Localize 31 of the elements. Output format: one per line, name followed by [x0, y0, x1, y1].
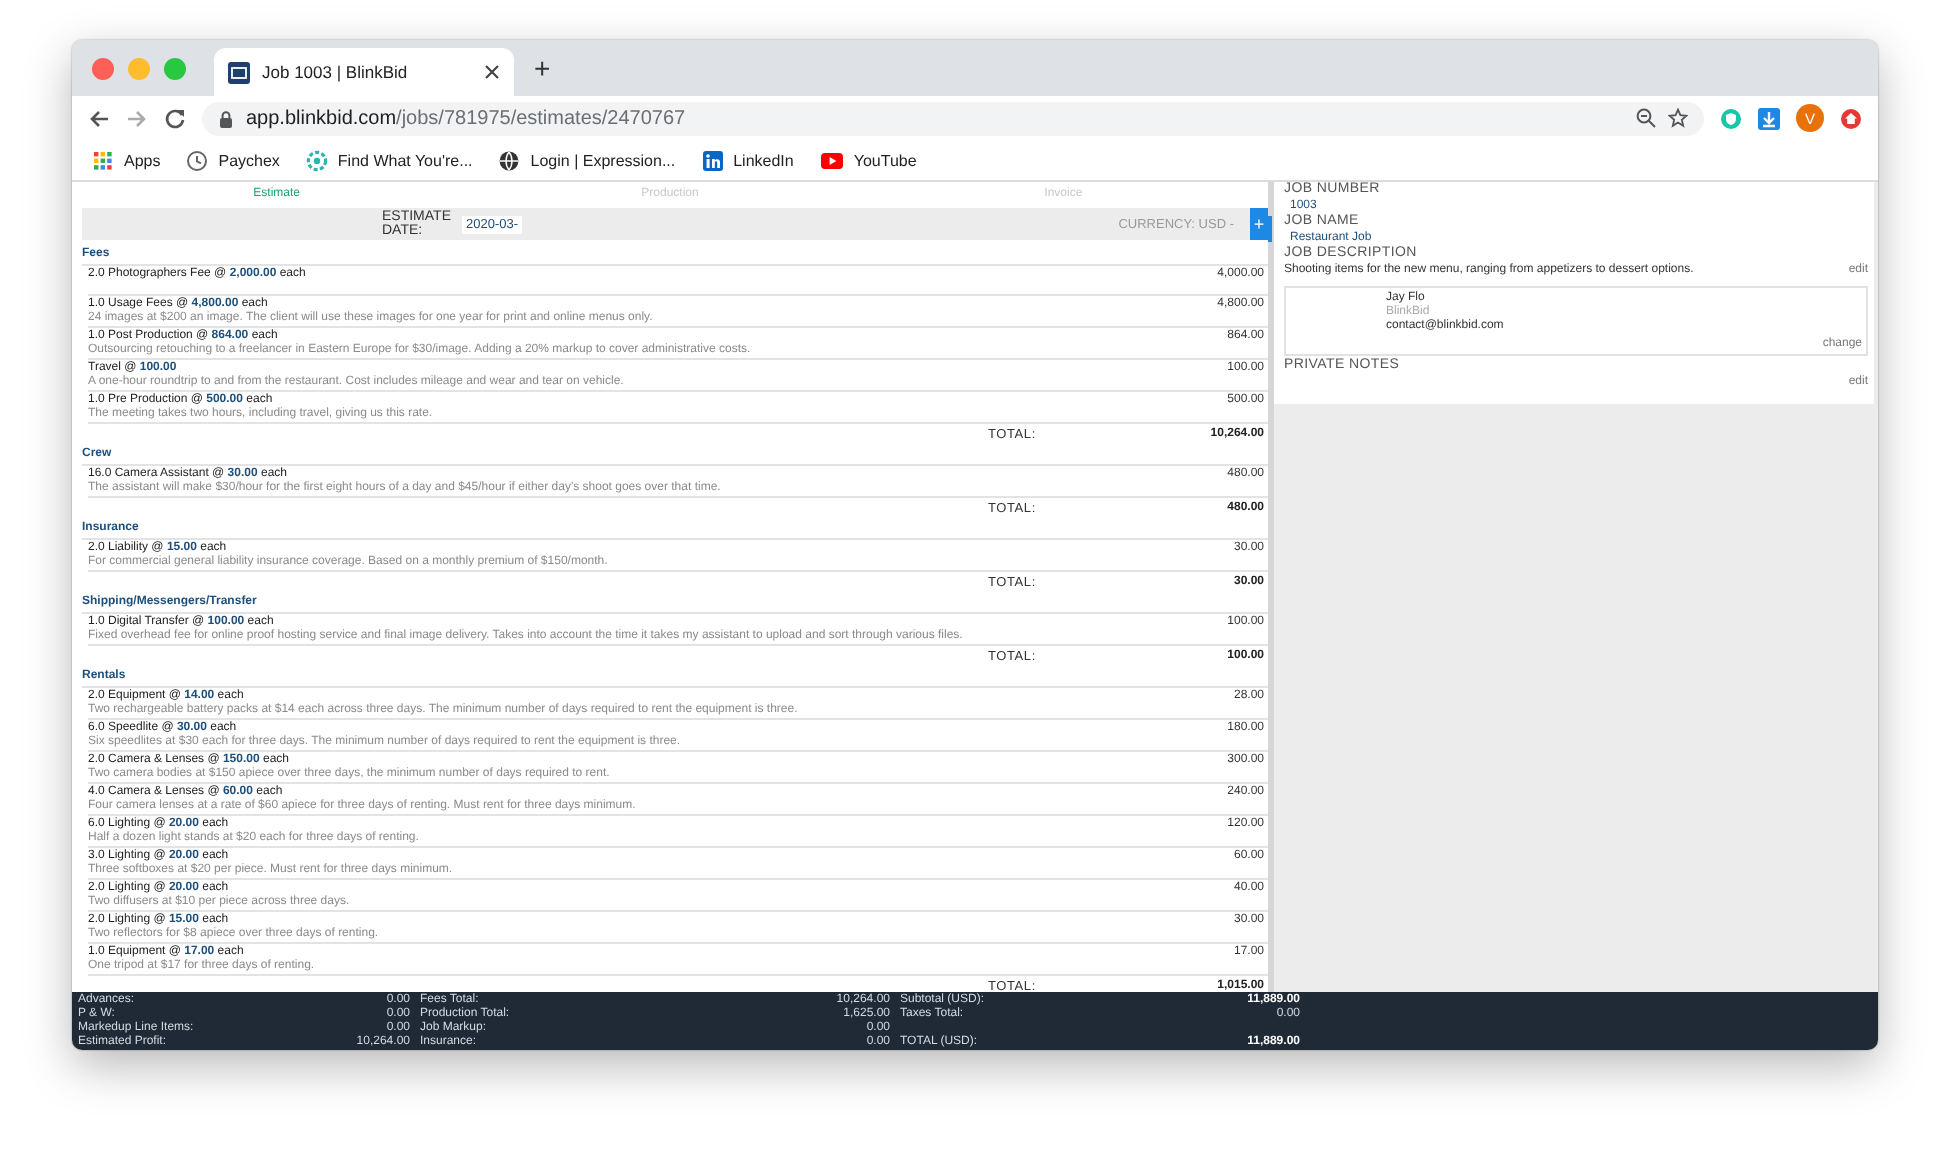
download-icon[interactable]	[1758, 107, 1780, 129]
zoom-out-icon[interactable]	[1636, 108, 1656, 128]
new-tab-button[interactable]: +	[534, 54, 551, 82]
bookmark[interactable]: Paychex	[186, 149, 280, 171]
address-bar[interactable]: app.blinkbid.com/jobs/781975/estimates/2470767	[202, 101, 1704, 135]
browser-tab[interactable]: Job 1003 | BlinkBid	[214, 48, 514, 96]
linkedin-icon[interactable]	[701, 149, 724, 171]
url-host: app.blinkbid.com	[246, 107, 397, 129]
bookmark[interactable]: Apps	[92, 149, 161, 171]
clock-icon[interactable]	[186, 149, 209, 171]
apps-grid-icon[interactable]	[92, 149, 114, 171]
back-arrow-icon[interactable]	[88, 107, 110, 129]
forward-arrow-icon[interactable]	[126, 107, 148, 129]
globe-icon[interactable]	[498, 149, 521, 171]
reload-icon[interactable]	[164, 107, 186, 129]
close-window-icon[interactable]	[92, 57, 114, 79]
lock-icon	[218, 109, 234, 127]
url-path: /jobs/781975/estimates/2470767	[396, 107, 686, 129]
shield-icon[interactable]	[1720, 107, 1742, 129]
star-icon[interactable]	[1668, 108, 1688, 128]
bookmark[interactable]: YouTube	[819, 149, 917, 171]
play-icon[interactable]	[819, 149, 844, 171]
bookmark[interactable]: Login | Expression...	[498, 149, 676, 171]
bookmark[interactable]: LinkedIn	[701, 149, 794, 171]
bookmark[interactable]: Find What You're...	[305, 149, 473, 171]
tab-title: Job 1003 | BlinkBid	[262, 62, 410, 82]
blinkbid-logo-icon	[228, 61, 250, 83]
add-button[interactable]: +	[1250, 208, 1268, 240]
selection-accent	[1268, 216, 1272, 242]
close-icon[interactable]	[484, 64, 500, 80]
gear-icon[interactable]	[305, 149, 328, 171]
